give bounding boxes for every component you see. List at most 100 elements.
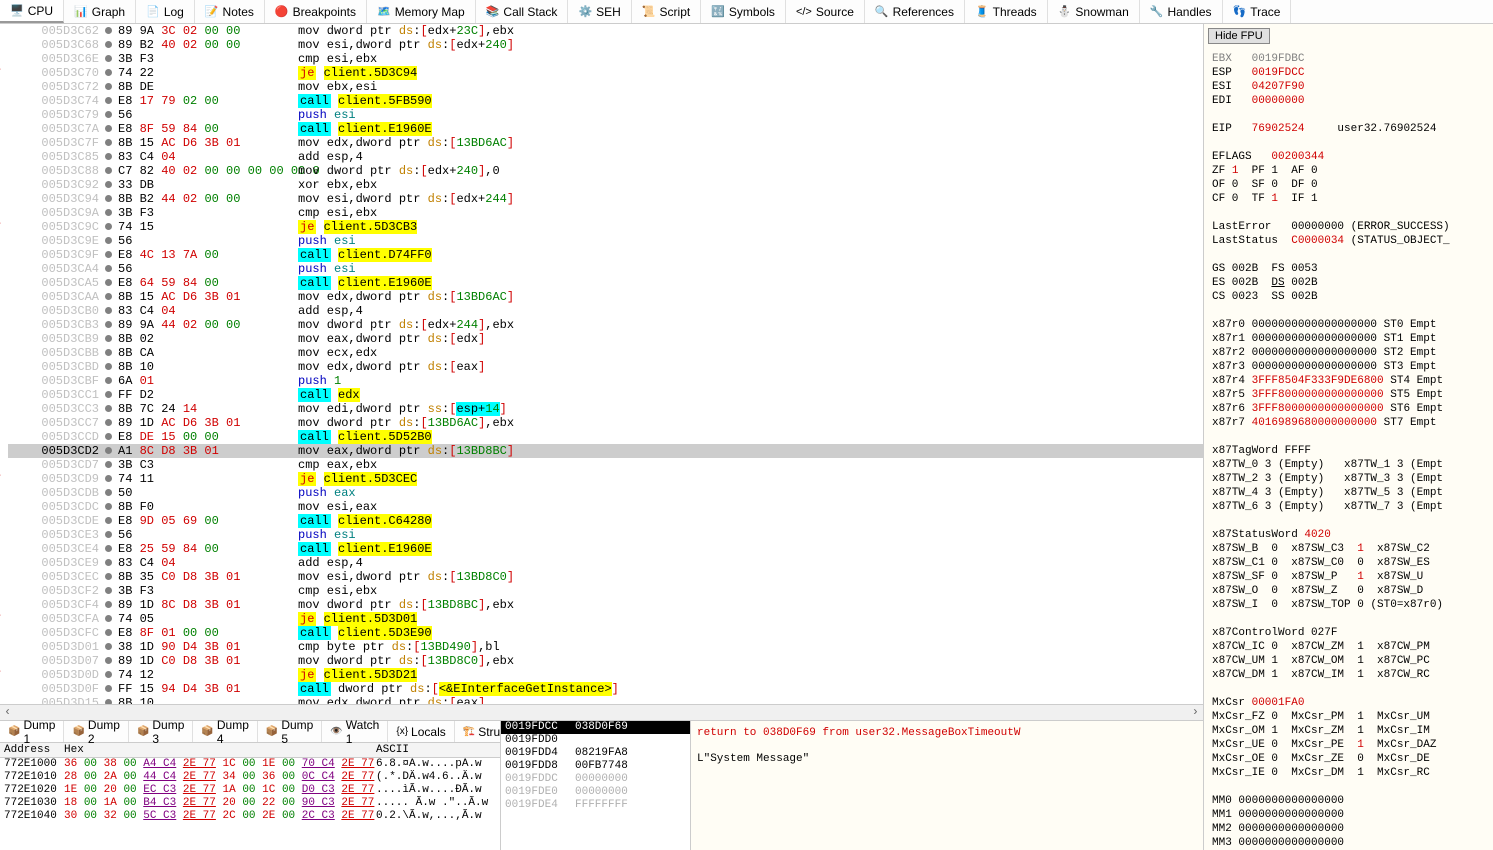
stack-row[interactable]: 0019FDDC00000000 xyxy=(501,773,690,786)
disasm-row[interactable]: 005D3CD73B C3cmp eax,ebx xyxy=(8,458,1203,472)
register-line[interactable]: x87SW_C1 0 x87SW_C0 0 x87SW_ES xyxy=(1212,556,1485,570)
tab-references[interactable]: 🔍References xyxy=(865,0,965,23)
disasm-row[interactable]: 005D3CC789 1D AC D6 3B 01mov dword ptr d… xyxy=(8,416,1203,430)
disasm-row[interactable]: ˅005D3C7074 22je client.5D3C94 xyxy=(8,66,1203,80)
register-line[interactable]: x87StatusWord 4020 xyxy=(1212,528,1485,542)
dump-tab-dump-2[interactable]: 📦Dump 2 xyxy=(64,721,128,742)
register-line[interactable] xyxy=(1212,514,1485,528)
tab-threads[interactable]: 🧵Threads xyxy=(965,0,1048,23)
disasm-row[interactable]: 005D3CFCE8 8F 01 00 00call client.5D3E90 xyxy=(8,626,1203,640)
dump-tab-locals[interactable]: {x}Locals xyxy=(388,721,454,742)
disasm-row[interactable]: 005D3C9A3B F3cmp esi,ebx xyxy=(8,206,1203,220)
register-line[interactable]: MxCsr 00001FA0 xyxy=(1212,696,1485,710)
tab-snowman[interactable]: ⛄Snowman xyxy=(1048,0,1140,23)
hex-row[interactable]: 772E104030 00 32 00 5C C3 2E 77 2C 00 2E… xyxy=(4,810,496,823)
register-line[interactable]: EFLAGS 00200344 xyxy=(1212,150,1485,164)
register-line[interactable]: x87SW_I 0 x87SW_TOP 0 (ST0=x87r0) xyxy=(1212,598,1485,612)
register-line[interactable] xyxy=(1212,248,1485,262)
disasm-row[interactable]: 005D3CBB8B CAmov ecx,edx xyxy=(8,346,1203,360)
disasm-row[interactable]: ˅005D3CFA74 05je client.5D3D01 xyxy=(8,612,1203,626)
register-line[interactable]: MM3 0000000000000000 xyxy=(1212,836,1485,850)
register-line[interactable]: MxCsr_OE 0 MxCsr_ZE 0 MxCsr_DE xyxy=(1212,752,1485,766)
register-line[interactable]: ESI 04207F90 xyxy=(1212,80,1485,94)
register-line[interactable]: MxCsr_UE 0 MxCsr_PE 1 MxCsr_DAZ xyxy=(1212,738,1485,752)
tab-script[interactable]: 📜Script xyxy=(632,0,701,23)
disasm-row[interactable]: 005D3C7956push esi xyxy=(8,108,1203,122)
hide-fpu-button[interactable]: Hide FPU xyxy=(1208,28,1270,44)
disasm-row[interactable]: 005D3C9233 DBxor ebx,ebx xyxy=(8,178,1203,192)
register-line[interactable]: x87SW_B 0 x87SW_C3 1 x87SW_C2 xyxy=(1212,542,1485,556)
register-line[interactable] xyxy=(1212,206,1485,220)
tab-log[interactable]: 📄Log xyxy=(136,0,195,23)
register-line[interactable]: EDI 00000000 xyxy=(1212,94,1485,108)
disasm-row[interactable]: 005D3CBD8B 10mov edx,dword ptr ds:[eax] xyxy=(8,360,1203,374)
register-line[interactable]: CF 0 TF 1 IF 1 xyxy=(1212,192,1485,206)
disasm-row[interactable]: 005D3C9E56push esi xyxy=(8,234,1203,248)
register-line[interactable] xyxy=(1212,780,1485,794)
disasm-row[interactable]: 005D3CB083 C4 04add esp,4 xyxy=(8,304,1203,318)
stack-row[interactable]: 0019FDCC038D0F69 xyxy=(501,721,690,734)
disasm-row[interactable]: 005D3C948B B2 44 02 00 00mov esi,dword p… xyxy=(8,192,1203,206)
disasm-row[interactable]: ˅005D3C9C74 15je client.5D3CB3 xyxy=(8,220,1203,234)
tab-graph[interactable]: 📊Graph xyxy=(64,0,136,23)
register-line[interactable]: x87SW_SF 0 x87SW_P 1 x87SW_U xyxy=(1212,570,1485,584)
register-line[interactable]: CS 0023 SS 002B xyxy=(1212,290,1485,304)
stack-row[interactable]: 0019FDD408219FA8 xyxy=(501,747,690,760)
hex-dump[interactable]: 772E100036 00 38 00 A4 C4 2E 77 1C 00 1E… xyxy=(0,758,500,850)
register-line[interactable]: x87TW_4 3 (Empty) x87TW_5 3 (Empt xyxy=(1212,486,1485,500)
disasm-row[interactable]: 005D3CC38B 7C 24 14mov edi,dword ptr ss:… xyxy=(8,402,1203,416)
disasm-row[interactable]: 005D3CE4E8 25 59 84 00call client.E1960E xyxy=(8,542,1203,556)
register-line[interactable]: MxCsr_IE 0 MxCsr_DM 1 MxCsr_RC xyxy=(1212,766,1485,780)
register-line[interactable]: x87r6 3FFF8000000000000000 ST6 Empt xyxy=(1212,402,1485,416)
disasm-row[interactable]: 005D3CDC8B F0mov esi,eax xyxy=(8,500,1203,514)
disasm-row[interactable]: 005D3C7AE8 8F 59 84 00call client.E1960E xyxy=(8,122,1203,136)
tab-symbols[interactable]: 🔣Symbols xyxy=(701,0,786,23)
tab-memory-map[interactable]: 🗺️Memory Map xyxy=(367,0,476,23)
register-line[interactable]: MM0 0000000000000000 xyxy=(1212,794,1485,808)
dump-tab-dump-1[interactable]: 📦Dump 1 xyxy=(0,721,64,742)
register-line[interactable]: x87TW_6 3 (Empty) x87TW_7 3 (Empt xyxy=(1212,500,1485,514)
col-address[interactable]: Address xyxy=(4,744,64,756)
register-line[interactable]: MM1 0000000000000000 xyxy=(1212,808,1485,822)
disasm-row[interactable]: 005D3C7F8B 15 AC D6 3B 01mov edx,dword p… xyxy=(8,136,1203,150)
dump-tab-dump-5[interactable]: 📦Dump 5 xyxy=(258,721,322,742)
register-line[interactable]: LastError 00000000 (ERROR_SUCCESS) xyxy=(1212,220,1485,234)
disasm-row[interactable]: 005D3CA456push esi xyxy=(8,262,1203,276)
dump-tab-dump-3[interactable]: 📦Dump 3 xyxy=(129,721,193,742)
stack-row[interactable]: 0019FDD0 xyxy=(501,734,690,747)
disasm-row[interactable]: 005D3CEC8B 35 C0 D8 3B 01mov esi,dword p… xyxy=(8,570,1203,584)
register-line[interactable]: EIP 76902524 user32.76902524 xyxy=(1212,122,1485,136)
register-line[interactable]: x87TagWord FFFF xyxy=(1212,444,1485,458)
disasm-row[interactable]: 005D3CF23B F3cmp esi,ebx xyxy=(8,584,1203,598)
register-line[interactable]: ES 002B DS 002B xyxy=(1212,276,1485,290)
stack-view[interactable]: 0019FDCC038D0F690019FDD00019FDD408219FA8… xyxy=(500,721,690,850)
register-line[interactable]: MxCsr_OM 1 MxCsr_ZM 1 MxCsr_IM xyxy=(1212,724,1485,738)
register-line[interactable]: x87r0 0000000000000000000 ST0 Empt xyxy=(1212,318,1485,332)
disasm-row[interactable]: 005D3CB389 9A 44 02 00 00mov dword ptr d… xyxy=(8,318,1203,332)
disasm-row[interactable]: 005D3C8583 C4 04add esp,4 xyxy=(8,150,1203,164)
register-line[interactable] xyxy=(1212,108,1485,122)
disasm-row[interactable]: 005D3CF489 1D 8C D8 3B 01mov dword ptr d… xyxy=(8,598,1203,612)
register-line[interactable]: x87CW_IC 0 x87CW_ZM 1 x87CW_PM xyxy=(1212,640,1485,654)
disasm-row[interactable]: 005D3CAA8B 15 AC D6 3B 01mov edx,dword p… xyxy=(8,290,1203,304)
register-line[interactable]: x87r4 3FFF8504F333F9DE6800 ST4 Empt xyxy=(1212,374,1485,388)
col-ascii[interactable]: ASCII xyxy=(376,744,496,756)
register-line[interactable]: x87r1 0000000000000000000 ST1 Empt xyxy=(1212,332,1485,346)
disasm-row[interactable]: 005D3C6289 9A 3C 02 00 00mov dword ptr d… xyxy=(8,24,1203,38)
disasm-row[interactable]: 005D3C88C7 82 40 02 00 00 00 00 00 0mov … xyxy=(8,164,1203,178)
disasm-row[interactable]: 005D3CBF6A 01push 1 xyxy=(8,374,1203,388)
hex-row[interactable]: 772E10201E 00 20 00 EC C3 2E 77 1A 00 1C… xyxy=(4,784,496,797)
tab-call-stack[interactable]: 📚Call Stack xyxy=(476,0,569,23)
disasm-row[interactable]: 005D3C74E8 17 79 02 00call client.5FB590 xyxy=(8,94,1203,108)
register-line[interactable] xyxy=(1212,682,1485,696)
disasm-row[interactable]: 005D3CA5E8 64 59 84 00call client.E1960E xyxy=(8,276,1203,290)
register-line[interactable]: x87r3 0000000000000000000 ST3 Empt xyxy=(1212,360,1485,374)
tab-source[interactable]: </>Source xyxy=(786,0,865,23)
stack-row[interactable]: 0019FDD800FB7748 xyxy=(501,760,690,773)
register-line[interactable]: x87CW_DM 1 x87CW_IM 1 x87CW_RC xyxy=(1212,668,1485,682)
scrollbar-horizontal[interactable] xyxy=(0,704,1203,720)
disasm-row[interactable]: ˅005D3CD974 11je client.5D3CEC xyxy=(8,472,1203,486)
tab-seh[interactable]: ⚙️SEH xyxy=(568,0,631,23)
hex-row[interactable]: 772E100036 00 38 00 A4 C4 2E 77 1C 00 1E… xyxy=(4,758,496,771)
dump-tab-watch-1[interactable]: 👁️Watch 1 xyxy=(322,721,388,742)
